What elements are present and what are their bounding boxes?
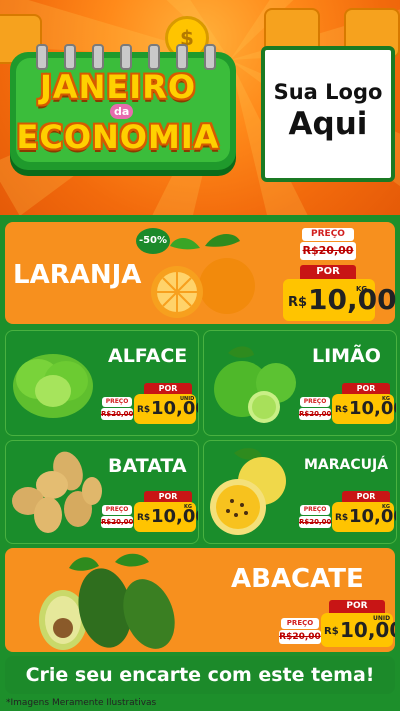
currency: R$	[324, 626, 339, 637]
por-label: POR	[144, 491, 192, 502]
product-name: LARANJA	[13, 260, 142, 290]
product-card-limao: LIMÃO PREÇO R$20,00 POR R$ 10,00 KG	[203, 330, 397, 436]
old-price: R$20,00	[101, 408, 134, 420]
price-unit: KG	[382, 396, 390, 402]
price-tag: R$ 10,00 KG	[134, 502, 198, 532]
lime-image	[214, 346, 296, 423]
old-price: R$20,00	[101, 516, 134, 528]
currency: R$	[335, 405, 349, 415]
calendar-ring	[64, 44, 76, 70]
price-unit: KG	[356, 285, 368, 293]
product-card-abacate: ABACATE PREÇO R$20,00 POR R$ 10,00 UNID	[5, 548, 395, 652]
currency: R$	[335, 513, 349, 523]
logo-placeholder: Sua Logo Aqui	[261, 46, 395, 182]
por-label: POR	[144, 383, 192, 394]
calendar-ring	[120, 44, 132, 70]
price-unit: UNID	[180, 396, 195, 402]
price-unit: UNID	[373, 615, 391, 622]
old-price: R$20,00	[299, 408, 332, 420]
preco-label: PREÇO	[281, 618, 319, 629]
product-name: ALFACE	[108, 345, 188, 367]
footnote: *Imagens Meramente Ilustrativas	[6, 698, 157, 708]
old-price: R$20,00	[299, 516, 332, 528]
discount-badge: -50%	[136, 228, 170, 254]
avocado-image	[39, 553, 175, 650]
product-name: MARACUJÁ	[304, 457, 389, 473]
product-name: ABACATE	[231, 564, 364, 594]
preco-label: PREÇO	[102, 397, 132, 407]
product-card-batata: BATATA PREÇO R$20,00 POR R$ 10,00 KG	[5, 440, 199, 544]
product-name: BATATA	[108, 455, 187, 477]
calendar-ring	[204, 44, 216, 70]
price-tag: R$ 10,00 UNID	[321, 613, 395, 647]
calendar-ring	[92, 44, 104, 70]
preco-label: PREÇO	[102, 505, 132, 515]
old-price: R$20,00	[300, 242, 356, 260]
calendar-ring	[176, 44, 188, 70]
por-label: POR	[342, 491, 390, 502]
logo-line2: Aqui	[288, 106, 368, 142]
price-unit: KG	[184, 504, 192, 510]
title-line2: ECONOMIA	[16, 118, 220, 156]
preco-label: PREÇO	[300, 397, 330, 407]
price-tag: R$ 10,00 KG	[283, 279, 397, 321]
old-price: R$20,00	[279, 630, 321, 644]
currency: R$	[288, 295, 308, 310]
header-banner: $ JANEIRO da ECONOMIA Sua Logo Aqui	[0, 0, 400, 215]
title-line1: JANEIRO	[39, 68, 197, 106]
por-label: POR	[329, 600, 385, 613]
preco-label: PREÇO	[302, 228, 354, 241]
price-value: 10,00	[308, 283, 397, 316]
product-name: LIMÃO	[312, 345, 381, 367]
calendar-ring	[148, 44, 160, 70]
price-unit: KG	[382, 504, 390, 510]
price-tag: R$ 10,00 KG	[332, 502, 396, 532]
cta-banner: Crie seu encarte com este tema!	[5, 656, 395, 694]
passion-fruit-image	[210, 448, 286, 535]
product-card-alface: ALFACE PREÇO R$20,00 POR R$ 10,00 UNID	[5, 330, 199, 436]
calendar-ring	[36, 44, 48, 70]
price-tag: R$ 10,00 KG	[332, 394, 396, 424]
lettuce-image	[13, 354, 93, 418]
logo-line1: Sua Logo	[273, 80, 383, 104]
currency: R$	[137, 513, 151, 523]
preco-label: PREÇO	[300, 505, 330, 515]
currency: R$	[137, 405, 151, 415]
price-tag: R$ 10,00 UNID	[134, 394, 198, 424]
por-label: POR	[342, 383, 390, 394]
por-label: POR	[300, 265, 356, 279]
title-connector: da	[110, 104, 134, 119]
potato-image	[12, 451, 102, 533]
product-card-maracuja: MARACUJÁ PREÇO R$20,00 POR R$ 10,00 KG	[203, 440, 397, 544]
